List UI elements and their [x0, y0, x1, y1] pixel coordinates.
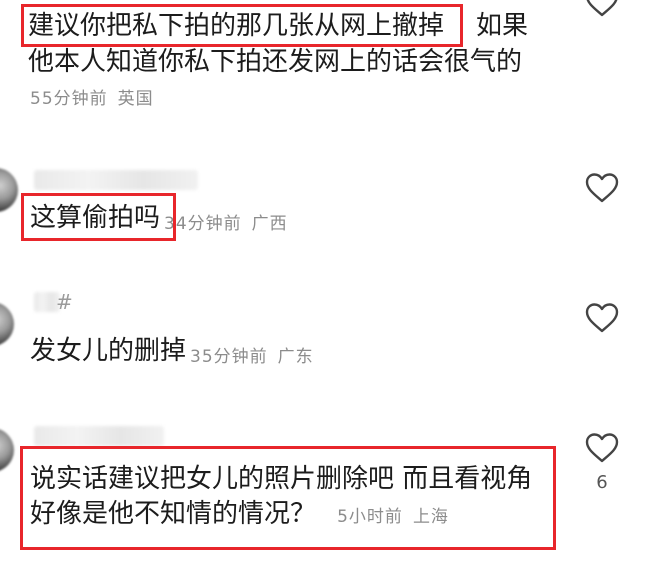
comment-item: 建议你把私下拍的那几张从网上撤掉 如果 他本人知道你私下拍还发网上的话会很气的 5… — [0, 0, 660, 110]
comment-meta: 35分钟前 广东 — [190, 342, 314, 367]
comment-time: 55分钟前 — [30, 89, 108, 109]
avatar[interactable] — [0, 428, 14, 472]
comment-time: 34分钟前 — [164, 214, 242, 234]
comment-time: 35分钟前 — [190, 347, 268, 367]
like-heart-icon[interactable] — [584, 172, 620, 204]
comment-meta: 34分钟前 广西 — [164, 209, 288, 234]
like-heart-icon[interactable] — [584, 302, 620, 334]
comment-location: 英国 — [117, 89, 154, 109]
comment-text: 建议你把私下拍的那几张从网上撤掉 如果 — [28, 11, 529, 41]
comment-text-line2: 好像是他不知情的情况？ 5小时前 上海 — [30, 499, 449, 529]
username-blurred[interactable] — [34, 426, 164, 446]
comment-location: 上海 — [412, 507, 449, 527]
username-fragment: # — [56, 290, 73, 314]
like-count: 6 — [596, 472, 608, 493]
comment-meta: 55分钟前 英国 — [30, 84, 154, 109]
avatar[interactable] — [0, 302, 14, 346]
comment-text: 这算偷拍吗 — [30, 203, 161, 233]
username-blurred[interactable] — [34, 170, 198, 190]
comment-time: 5小时前 — [337, 507, 403, 527]
comment-location: 广西 — [251, 214, 288, 234]
comment-location: 广东 — [277, 347, 314, 367]
comment-text: 说实话建议把女儿的照片删除吧 而且看视角 — [30, 464, 533, 494]
comment-meta: 5小时前 上海 — [337, 507, 449, 527]
like-heart-icon[interactable] — [584, 0, 620, 18]
avatar[interactable] — [0, 168, 18, 212]
comment-text-line2: 他本人知道你私下拍还发网上的话会很气的 — [28, 47, 523, 77]
like-heart-icon[interactable] — [584, 432, 620, 464]
highlighted-text: 建议你把私下拍的那几张从网上撤掉 — [28, 11, 445, 41]
comment-text: 发女儿的删掉 — [30, 336, 187, 366]
